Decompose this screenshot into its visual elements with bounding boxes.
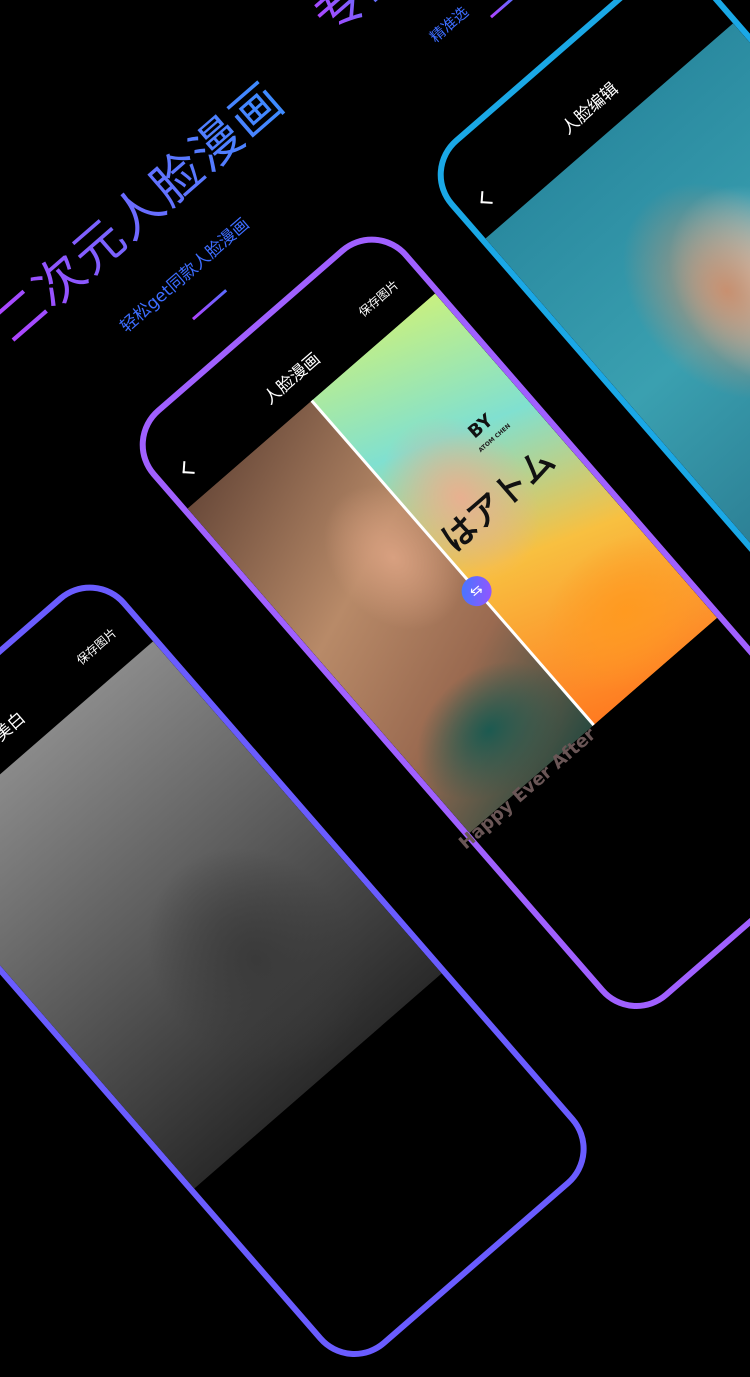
promo-subtitle-2: 精准选 <box>426 2 473 47</box>
promo-headline-2: 专业 <box>303 0 420 46</box>
divider-line <box>192 289 228 321</box>
divider-line <box>490 0 515 19</box>
